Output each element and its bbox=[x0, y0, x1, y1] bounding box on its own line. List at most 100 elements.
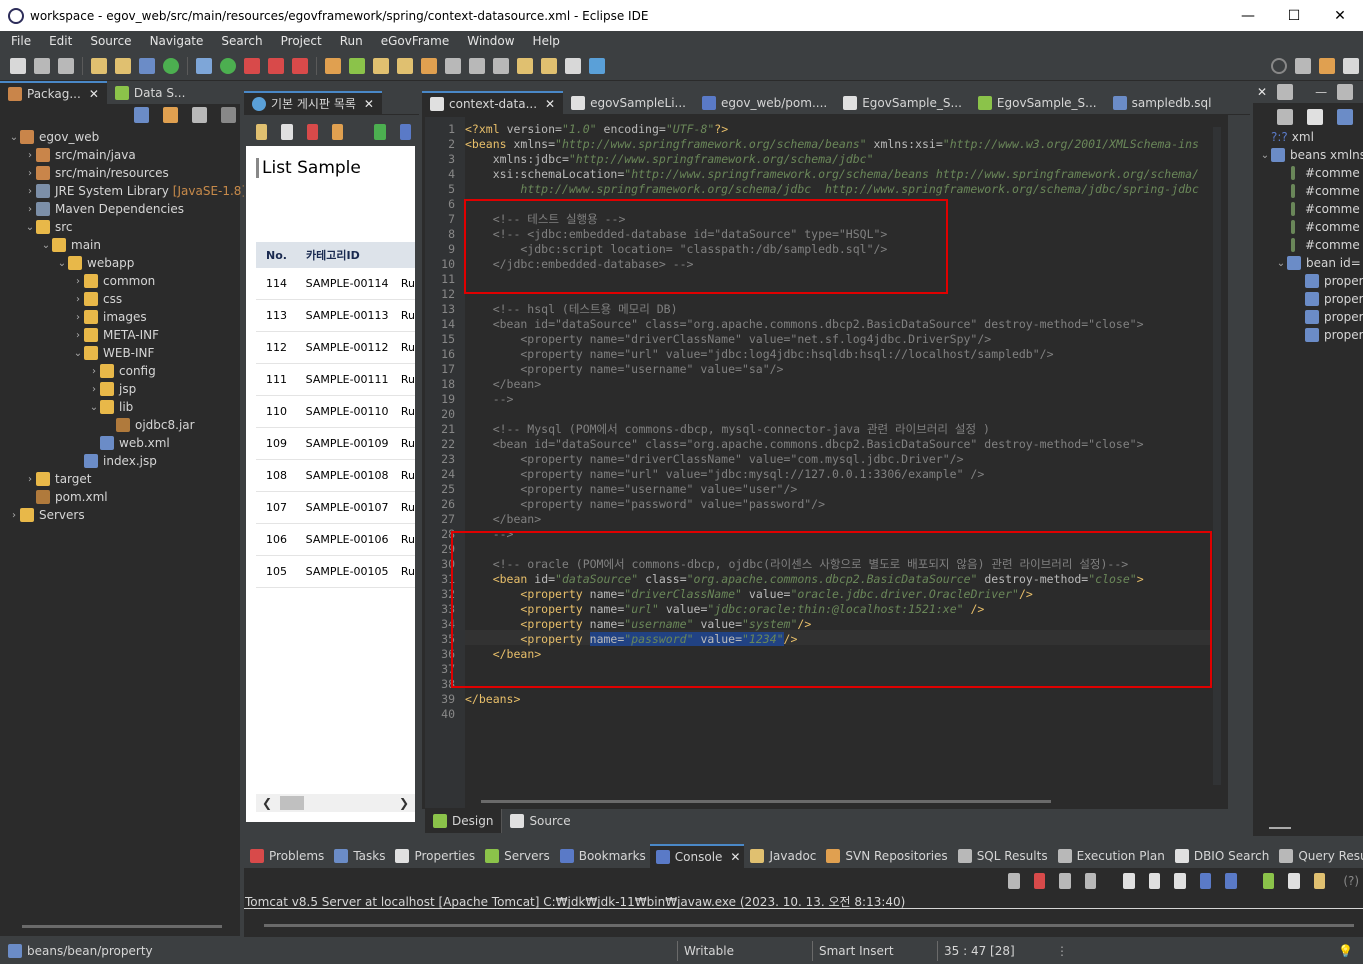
chevron-right-icon[interactable]: › bbox=[24, 168, 36, 179]
tab-source[interactable]: Source bbox=[501, 809, 578, 833]
stop-icon[interactable] bbox=[306, 124, 318, 140]
chevron-right-icon[interactable]: › bbox=[24, 474, 36, 485]
tip-icon[interactable]: 💡 bbox=[1338, 944, 1353, 958]
tree-item-jre-system-library[interactable]: › JRE System Library [JavaSE-1.8] bbox=[24, 182, 246, 200]
sort-icon[interactable] bbox=[1277, 109, 1293, 125]
outline-property-4[interactable]: proper bbox=[1305, 326, 1363, 344]
close-icon[interactable]: ✕ bbox=[1257, 85, 1267, 99]
clear-console-icon[interactable] bbox=[1123, 873, 1135, 889]
menu-search[interactable]: Search bbox=[212, 34, 271, 48]
tab-javadoc[interactable]: Javadoc bbox=[744, 844, 820, 868]
menu-source[interactable]: Source bbox=[81, 34, 140, 48]
tree-item-images[interactable]: › images bbox=[72, 308, 147, 326]
stop-icon[interactable] bbox=[268, 57, 284, 74]
menu-project[interactable]: Project bbox=[272, 34, 331, 48]
tree-item-web-inf[interactable]: ⌄ WEB-INF bbox=[72, 344, 154, 362]
refresh-icon[interactable] bbox=[349, 57, 365, 74]
tab-svn-repositories[interactable]: SVN Repositories bbox=[820, 844, 951, 868]
menu-help[interactable]: Help bbox=[524, 34, 569, 48]
chevron-right-icon[interactable]: › bbox=[72, 330, 84, 341]
chevron-right-icon[interactable]: › bbox=[88, 384, 100, 395]
scroll-left-icon[interactable]: ❮ bbox=[262, 796, 272, 810]
pin-console-icon[interactable] bbox=[1262, 873, 1275, 889]
tree-item-lib[interactable]: ⌄ lib bbox=[88, 398, 133, 416]
display-console-icon[interactable] bbox=[1288, 873, 1300, 889]
remove-all-icon[interactable] bbox=[1084, 873, 1097, 889]
chevron-right-icon[interactable]: › bbox=[72, 312, 84, 323]
outline-property-1[interactable]: proper bbox=[1305, 272, 1363, 290]
tree-item-target[interactable]: › target bbox=[24, 470, 92, 488]
save-all-icon[interactable] bbox=[58, 57, 74, 74]
scroll-thumb[interactable] bbox=[280, 796, 304, 810]
outline-property-2[interactable]: proper bbox=[1305, 290, 1363, 308]
menu-window[interactable]: Window bbox=[458, 34, 523, 48]
console-hscrollbar[interactable] bbox=[264, 924, 1354, 927]
chevron-right-icon[interactable]: › bbox=[24, 150, 36, 161]
close-icon[interactable]: ✕ bbox=[89, 87, 99, 101]
minimize-icon[interactable]: — bbox=[1315, 85, 1327, 99]
chevron-down-icon[interactable]: ⌄ bbox=[72, 348, 84, 359]
tab-sampledb[interactable]: sampledb.sql bbox=[1105, 91, 1220, 115]
open-folder-icon[interactable] bbox=[373, 57, 389, 74]
link-editor-icon[interactable] bbox=[163, 107, 178, 123]
tree-item-index-jsp[interactable]: index.jsp bbox=[72, 452, 157, 470]
table-row[interactable]: 113 SAMPLE-00113 Ru bbox=[256, 300, 415, 332]
refresh-icon[interactable] bbox=[331, 124, 344, 140]
browser-hscrollbar[interactable]: ❮ ❯ bbox=[256, 794, 415, 812]
chevron-down-icon[interactable]: ⌄ bbox=[8, 132, 20, 143]
chevron-right-icon[interactable]: › bbox=[8, 510, 20, 521]
help-icon[interactable]: (?) bbox=[1343, 874, 1359, 888]
menu-file[interactable]: File bbox=[2, 34, 40, 48]
search-icon[interactable] bbox=[1271, 57, 1287, 74]
forward-icon[interactable] bbox=[281, 124, 293, 140]
outline-bean[interactable]: ⌄ bean id= bbox=[1275, 254, 1361, 272]
task-icon[interactable] bbox=[421, 57, 437, 74]
chevron-right-icon[interactable]: › bbox=[88, 366, 100, 377]
table-row[interactable]: 107 SAMPLE-00107 Ru bbox=[256, 492, 415, 524]
open-resource-icon[interactable] bbox=[115, 57, 131, 74]
tab-dbio-search[interactable]: DBIO Search bbox=[1169, 844, 1274, 868]
perspective-icon[interactable] bbox=[589, 57, 605, 74]
tab-bookmarks[interactable]: Bookmarks bbox=[554, 844, 650, 868]
annotation-icon[interactable] bbox=[469, 57, 485, 74]
new-icon[interactable] bbox=[10, 57, 26, 74]
outline-xml[interactable]: ?:? xml bbox=[1271, 128, 1314, 146]
maximize-button[interactable]: ☐ bbox=[1271, 0, 1317, 31]
tab-servers[interactable]: Servers bbox=[479, 844, 554, 868]
back-icon[interactable] bbox=[256, 124, 268, 140]
open-perspective-icon[interactable] bbox=[1295, 57, 1311, 74]
java-perspective-icon[interactable] bbox=[1343, 57, 1359, 74]
table-row[interactable]: 114 SAMPLE-00114 Ru bbox=[256, 268, 415, 300]
tree-item-src-main-resources[interactable]: › src/main/resources bbox=[24, 164, 169, 182]
word-wrap-icon[interactable] bbox=[1174, 873, 1186, 889]
tab-sql-results[interactable]: SQL Results bbox=[952, 844, 1052, 868]
chevron-right-icon[interactable]: › bbox=[72, 294, 84, 305]
external-tools-icon[interactable] bbox=[244, 57, 260, 74]
tree-item-css[interactable]: › css bbox=[72, 290, 122, 308]
collapse-all-icon[interactable] bbox=[134, 107, 149, 123]
outline-property-3[interactable]: proper bbox=[1305, 308, 1363, 326]
back-history-icon[interactable] bbox=[541, 57, 557, 74]
tree-item-meta-inf[interactable]: › META-INF bbox=[72, 326, 159, 344]
chevron-right-icon[interactable]: › bbox=[24, 186, 36, 197]
menu-navigate[interactable]: Navigate bbox=[141, 34, 213, 48]
outline-comment-1[interactable]: #comme bbox=[1291, 164, 1360, 182]
status-menu-icon[interactable]: ⋮ bbox=[1056, 944, 1068, 958]
tree-item-pom-xml[interactable]: pom.xml bbox=[24, 488, 108, 506]
chevron-down-icon[interactable]: ⌄ bbox=[24, 222, 36, 233]
filter-icon[interactable] bbox=[1337, 109, 1353, 125]
tab-execution-plan[interactable]: Execution Plan bbox=[1052, 844, 1169, 868]
outline-comment-2[interactable]: #comme bbox=[1291, 182, 1360, 200]
tab-context-datasource[interactable]: context-data... ✕ bbox=[422, 90, 564, 115]
minimize-button[interactable]: — bbox=[1225, 0, 1271, 31]
editor-vscrollbar[interactable] bbox=[1213, 127, 1221, 785]
forward-icon[interactable] bbox=[565, 57, 581, 74]
outline-comment-4[interactable]: #comme bbox=[1291, 218, 1360, 236]
pin-icon[interactable] bbox=[493, 57, 509, 74]
tree-item-common[interactable]: › common bbox=[72, 272, 155, 290]
left-scrollbar[interactable] bbox=[22, 925, 222, 928]
outline-icon[interactable] bbox=[1277, 84, 1294, 100]
tree-item-webapp[interactable]: ⌄ webapp bbox=[56, 254, 134, 272]
tab-pom[interactable]: egov_web/pom.... bbox=[694, 91, 835, 115]
scroll-lock-icon[interactable] bbox=[1148, 873, 1161, 889]
